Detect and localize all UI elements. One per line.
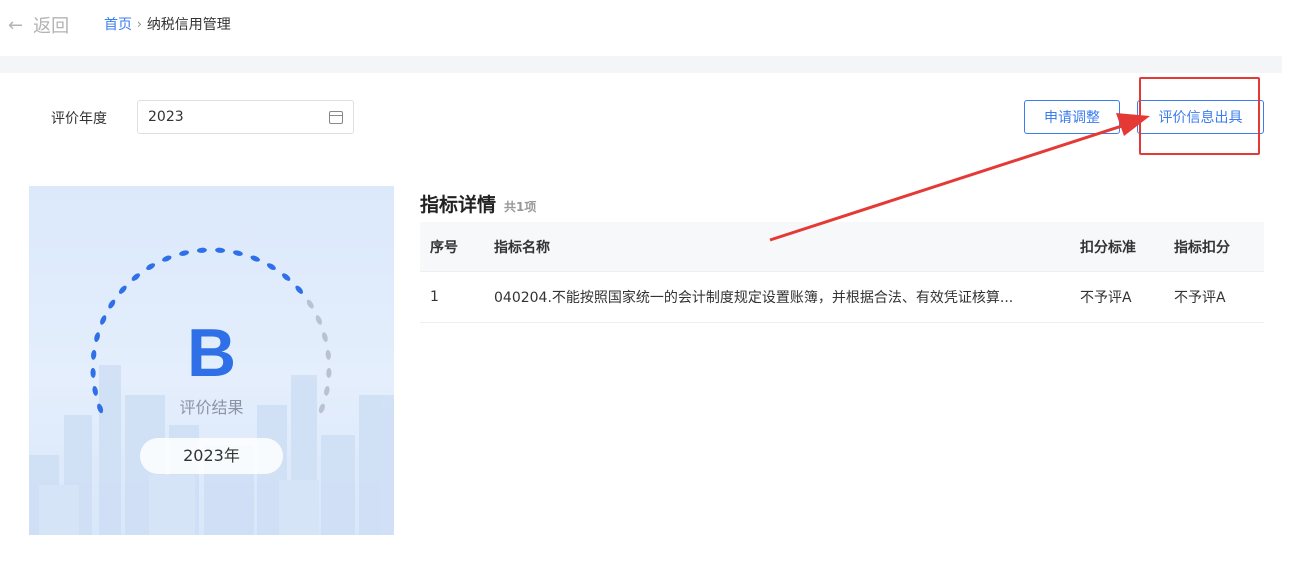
column-header-deduction: 指标扣分 [1174, 239, 1230, 256]
row-deduction: 不予评A [1174, 290, 1226, 306]
back-label: 返回 [33, 16, 70, 37]
apply-adjust-button[interactable]: 申请调整 [1024, 100, 1120, 134]
result-year-badge: 2023年 [140, 438, 283, 474]
row-no: 1 [430, 289, 439, 305]
dial-tick [118, 285, 127, 294]
column-header-name: 指标名称 [494, 239, 550, 256]
dial-tick [179, 250, 190, 256]
breadcrumb: 首页 › 纳税信用管理 [104, 14, 231, 34]
dial-tick [215, 247, 226, 253]
back-button[interactable]: ← 返回 [8, 12, 69, 38]
breadcrumb-current: 纳税信用管理 [146, 17, 231, 33]
grade-label: 评价结果 [179, 398, 244, 417]
dial-tick [306, 299, 314, 309]
indicator-table: 序号 指标名称 扣分标准 指标扣分 1 040204.不能按照国家统一的会计制度… [420, 222, 1264, 323]
dial-tick [162, 255, 172, 262]
row-standard: 不予评A [1080, 290, 1132, 306]
detail-title: 指标详情 [420, 194, 497, 216]
dial-tick [232, 250, 243, 256]
detail-heading: 指标详情 共1项 [420, 190, 536, 217]
breadcrumb-separator-icon: › [137, 17, 142, 31]
table-row[interactable]: 1 040204.不能按照国家统一的会计制度规定设置账簿，并根据合法、有效凭证核… [420, 272, 1264, 323]
dial-tick [295, 285, 304, 294]
calendar-icon [329, 110, 343, 124]
divider-band [0, 56, 1282, 73]
detail-count: 共1项 [504, 200, 537, 214]
table-header: 序号 指标名称 扣分标准 指标扣分 [420, 222, 1264, 272]
issue-evaluation-info-button[interactable]: 评价信息出具 [1137, 100, 1264, 134]
dial-tick [131, 273, 140, 281]
year-picker[interactable]: 2023 [137, 100, 354, 134]
dial-tick [250, 255, 260, 262]
back-arrow-icon: ← [8, 14, 24, 36]
year-value: 2023 [148, 109, 184, 125]
dial-tick [266, 263, 276, 270]
grade-value: B [186, 315, 237, 391]
column-header-no: 序号 [430, 239, 458, 256]
evaluation-result-card: B 评价结果 2023年 [29, 186, 394, 535]
row-indicator-name: 040204.不能按照国家统一的会计制度规定设置账簿，并根据合法、有效凭证核算.… [494, 290, 1014, 306]
dial-tick [108, 299, 116, 309]
column-header-standard: 扣分标准 [1080, 239, 1136, 256]
dial-tick [196, 247, 207, 253]
dial-tick [146, 263, 156, 270]
breadcrumb-home[interactable]: 首页 [104, 14, 132, 34]
top-bar: ← 返回 首页 › 纳税信用管理 [0, 0, 1298, 50]
dial-tick [282, 273, 291, 281]
year-label: 评价年度 [51, 111, 107, 127]
